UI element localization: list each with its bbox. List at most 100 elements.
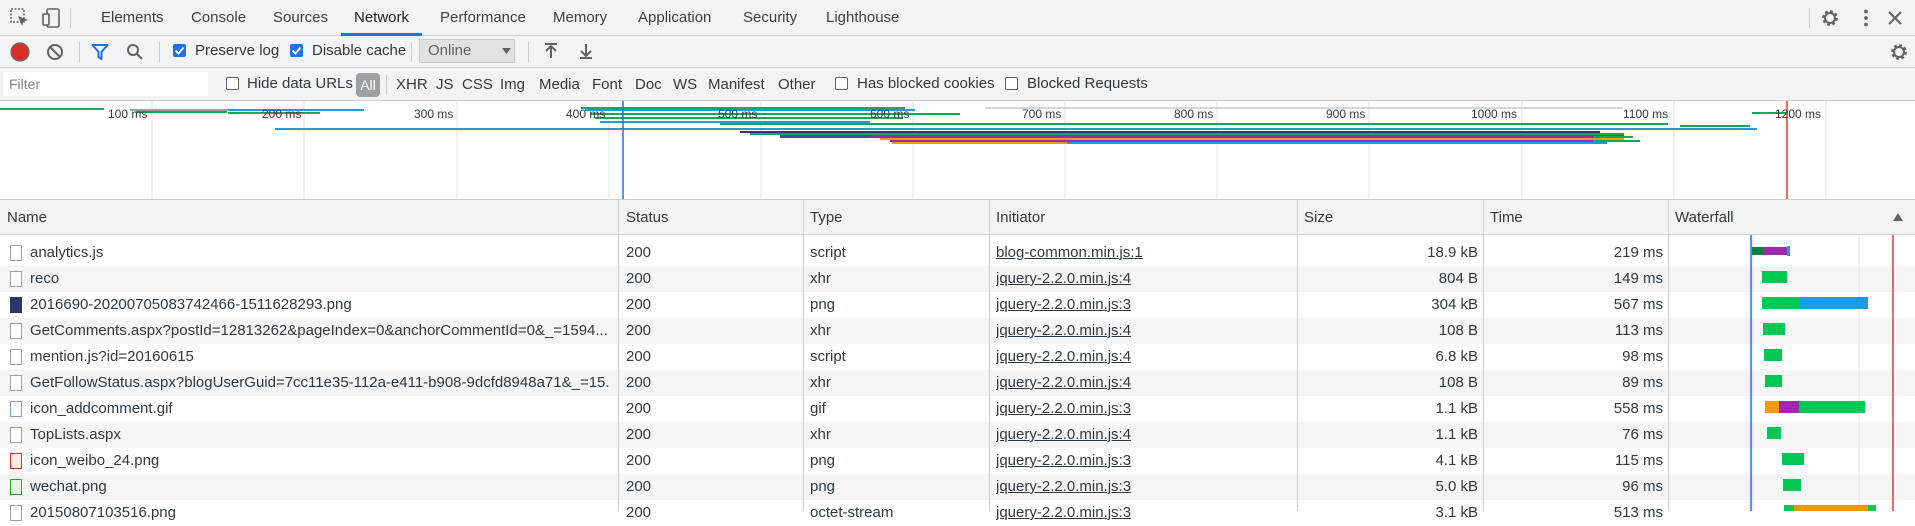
column-divider[interactable] <box>989 200 990 511</box>
column-divider[interactable] <box>618 200 619 511</box>
request-initiator-link[interactable]: jquery-2.2.0.min.js:4 <box>996 344 1286 370</box>
waterfall-bar[interactable] <box>1800 297 1868 309</box>
column-divider[interactable] <box>803 200 804 511</box>
tab-console[interactable]: Console <box>191 0 246 36</box>
table-row[interactable]: TopLists.aspx 200 xhr jquery-2.2.0.min.j… <box>0 422 1915 448</box>
tab-sources[interactable]: Sources <box>273 0 328 36</box>
inspect-element-icon[interactable] <box>10 8 30 28</box>
waterfall-bar[interactable] <box>1762 297 1800 309</box>
settings-gear-icon[interactable] <box>1820 8 1840 28</box>
type-filter-img[interactable]: Img <box>500 76 525 93</box>
waterfall-bar[interactable] <box>1764 349 1782 361</box>
table-row[interactable]: wechat.png 200 png jquery-2.2.0.min.js:3… <box>0 474 1915 500</box>
column-header-name[interactable]: Name <box>0 200 618 235</box>
waterfall-bar[interactable] <box>1868 505 1876 511</box>
type-filter-manifest[interactable]: Manifest <box>708 76 765 93</box>
more-options-icon[interactable] <box>1856 8 1876 28</box>
timeline-overview[interactable]: 100 ms 200 ms 300 ms 400 ms 500 ms 600 m… <box>0 101 1915 200</box>
column-divider[interactable] <box>1483 200 1484 511</box>
waterfall-bar[interactable] <box>1762 271 1787 283</box>
waterfall-bar[interactable] <box>1765 401 1779 413</box>
column-header-status[interactable]: Status <box>619 200 807 235</box>
waterfall-bar[interactable] <box>1767 427 1781 439</box>
tab-application[interactable]: Application <box>638 0 711 36</box>
throttling-select[interactable]: Online <box>419 39 515 63</box>
record-icon[interactable] <box>10 42 30 62</box>
close-icon[interactable] <box>1886 9 1904 27</box>
preserve-log-checkbox[interactable] <box>173 44 186 57</box>
disable-cache-checkbox[interactable] <box>290 44 303 57</box>
column-header-waterfall[interactable]: Waterfall <box>1668 200 1908 235</box>
tab-memory[interactable]: Memory <box>553 0 607 36</box>
waterfall-bar[interactable] <box>1794 505 1868 511</box>
filter-icon[interactable] <box>91 43 109 61</box>
device-toolbar-icon[interactable] <box>42 8 62 28</box>
table-row[interactable]: icon_weibo_24.png 200 png jquery-2.2.0.m… <box>0 448 1915 474</box>
tab-network[interactable]: Network <box>341 0 423 36</box>
type-filter-js[interactable]: JS <box>436 76 454 93</box>
type-filter-other[interactable]: Other <box>778 76 816 93</box>
column-header-type[interactable]: Type <box>803 200 991 235</box>
type-filter-xhr[interactable]: XHR <box>396 76 428 93</box>
column-header-initiator[interactable]: Initiator <box>989 200 1297 235</box>
waterfall-bar[interactable] <box>1752 247 1763 255</box>
waterfall-bar[interactable] <box>1765 375 1782 387</box>
waterfall-bar[interactable] <box>1763 323 1785 335</box>
table-row[interactable]: reco 200 xhr jquery-2.2.0.min.js:4 804 B… <box>0 266 1915 292</box>
table-row[interactable]: mention.js?id=20160615 200 script jquery… <box>0 344 1915 370</box>
blocked-requests-checkbox[interactable] <box>1005 77 1018 90</box>
waterfall-bar[interactable] <box>1779 401 1799 413</box>
search-icon[interactable] <box>126 43 144 61</box>
tab-lighthouse[interactable]: Lighthouse <box>826 0 899 36</box>
request-name: GetFollowStatus.aspx?blogUserGuid=7cc11e… <box>30 374 610 391</box>
has-blocked-cookies-label[interactable]: Has blocked cookies <box>857 75 995 92</box>
hide-data-urls-checkbox[interactable] <box>226 77 239 90</box>
waterfall-bar[interactable] <box>1782 453 1804 465</box>
request-time: 558 ms <box>1613 400 1663 417</box>
waterfall-bar[interactable] <box>1763 247 1787 255</box>
request-initiator-link[interactable]: jquery-2.2.0.min.js:3 <box>996 448 1286 474</box>
clear-icon[interactable] <box>46 43 64 61</box>
request-initiator-link[interactable]: jquery-2.2.0.min.js:4 <box>996 266 1286 292</box>
waterfall-bar[interactable] <box>1787 246 1790 256</box>
request-initiator-link[interactable]: jquery-2.2.0.min.js:3 <box>996 292 1286 318</box>
waterfall-bar[interactable] <box>1799 401 1865 413</box>
table-row[interactable]: analytics.js 200 script blog-common.min.… <box>0 240 1915 266</box>
tab-performance[interactable]: Performance <box>440 0 526 36</box>
table-row[interactable]: icon_addcomment.gif 200 gif jquery-2.2.0… <box>0 396 1915 422</box>
column-header-size[interactable]: Size <box>1297 200 1485 235</box>
request-initiator-link[interactable]: blog-common.min.js:1 <box>996 240 1286 266</box>
network-toolbar <box>0 36 1915 68</box>
request-initiator-link[interactable]: jquery-2.2.0.min.js:4 <box>996 318 1286 344</box>
table-row[interactable]: GetComments.aspx?postId=12813262&pageInd… <box>0 318 1915 344</box>
waterfall-bar[interactable] <box>1784 505 1794 511</box>
type-filter-media[interactable]: Media <box>539 76 580 93</box>
tab-elements[interactable]: Elements <box>101 0 164 36</box>
type-filter-all[interactable]: All <box>356 73 380 97</box>
column-divider[interactable] <box>1297 200 1298 511</box>
table-row[interactable]: 20150807103516.png 200 octet-stream jque… <box>0 500 1915 526</box>
hide-data-urls-label[interactable]: Hide data URLs <box>247 75 353 92</box>
table-row[interactable]: GetFollowStatus.aspx?blogUserGuid=7cc11e… <box>0 370 1915 396</box>
preserve-log-label[interactable]: Preserve log <box>195 42 279 59</box>
blocked-requests-label[interactable]: Blocked Requests <box>1027 75 1148 92</box>
has-blocked-cookies-checkbox[interactable] <box>835 77 848 90</box>
tab-security[interactable]: Security <box>743 0 797 36</box>
import-har-icon[interactable] <box>543 42 559 60</box>
network-settings-gear-icon[interactable] <box>1889 42 1909 62</box>
table-row[interactable]: 2016690-20200705083742466-1511628293.png… <box>0 292 1915 318</box>
request-initiator-link[interactable]: jquery-2.2.0.min.js:3 <box>996 474 1286 500</box>
type-filter-ws[interactable]: WS <box>673 76 697 93</box>
type-filter-css[interactable]: CSS <box>462 76 493 93</box>
request-initiator-link[interactable]: jquery-2.2.0.min.js:4 <box>996 370 1286 396</box>
export-har-icon[interactable] <box>578 42 594 60</box>
waterfall-bar[interactable] <box>1783 479 1801 491</box>
type-filter-font[interactable]: Font <box>592 76 622 93</box>
request-initiator-link[interactable]: jquery-2.2.0.min.js:3 <box>996 500 1286 526</box>
disable-cache-label[interactable]: Disable cache <box>312 42 406 59</box>
request-initiator-link[interactable]: jquery-2.2.0.min.js:3 <box>996 396 1286 422</box>
request-initiator-link[interactable]: jquery-2.2.0.min.js:4 <box>996 422 1286 448</box>
type-filter-doc[interactable]: Doc <box>635 76 662 93</box>
filter-input[interactable] <box>3 72 208 96</box>
column-header-time[interactable]: Time <box>1483 200 1671 235</box>
